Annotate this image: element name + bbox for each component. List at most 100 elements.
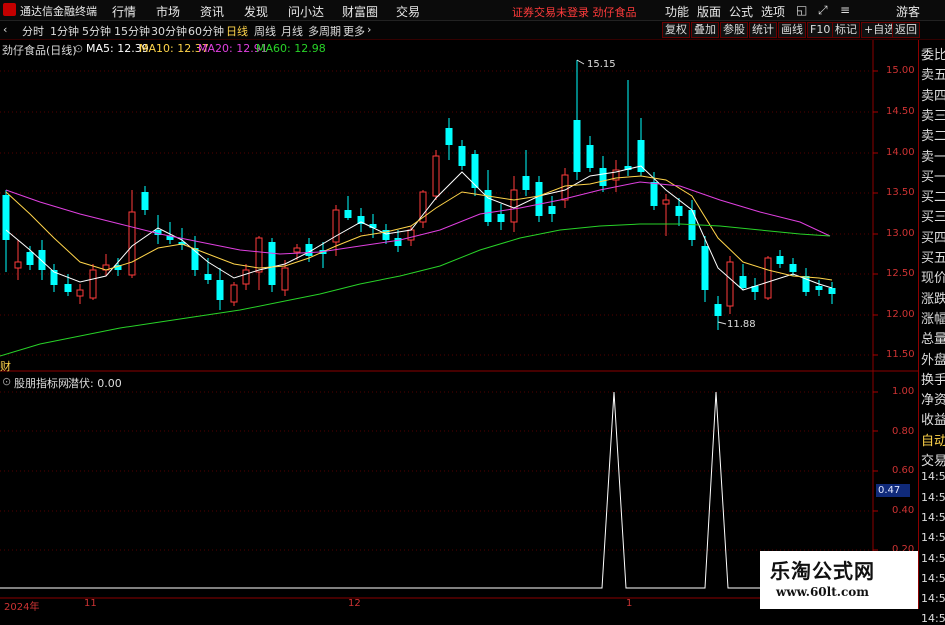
candle-body <box>141 192 149 210</box>
sidebar-item[interactable]: 14:56 <box>921 511 945 524</box>
candle-body <box>573 120 581 172</box>
candle-body <box>255 237 263 273</box>
indicator-title: 股朋指标网 <box>14 377 69 390</box>
chart-title: 劲仔食品(日线) <box>2 44 77 57</box>
max-pointer <box>576 59 585 65</box>
sidebar-item[interactable]: 14:56 <box>921 531 945 544</box>
candle-body <box>445 128 453 145</box>
sidebar-item[interactable]: 14:56 <box>921 552 945 565</box>
indicator-line <box>0 391 873 589</box>
ma60-label: MA60: 12.98 <box>256 42 326 55</box>
candle-body <box>726 261 734 307</box>
ind-tick-label: 0.60 <box>892 465 915 476</box>
y-tick-label: 14.00 <box>886 147 915 158</box>
x-tick-label: 11 <box>84 598 97 609</box>
candle-body <box>561 174 569 201</box>
candle-body <box>204 274 212 280</box>
sidebar-item[interactable]: 卖四 <box>921 85 945 104</box>
finance-corner-label[interactable]: 财 <box>0 358 11 374</box>
candle-body <box>701 246 709 290</box>
sidebar-item[interactable]: 14:56 <box>921 592 945 605</box>
sidebar-item[interactable]: 委比 <box>921 44 945 63</box>
x-tick-label: 2024年 <box>4 602 40 613</box>
candle-body <box>789 264 797 272</box>
y-tick-label: 12.00 <box>886 309 915 320</box>
current-value-badge: 0.47 <box>876 484 910 497</box>
sidebar-item[interactable]: 现价 <box>921 267 945 286</box>
candle-body <box>650 182 658 206</box>
candle-body <box>432 155 440 197</box>
candle-body <box>510 189 518 223</box>
indicator-param: 潜伏: 0.00 <box>68 377 122 390</box>
sidebar-item[interactable]: 外盘 <box>921 349 945 368</box>
ind-tick-label: 0.40 <box>892 505 915 516</box>
sidebar-item[interactable]: 14:56 <box>921 572 945 585</box>
candle-body <box>407 229 415 241</box>
candle-body <box>535 182 543 216</box>
candle-body <box>242 269 250 285</box>
max-price-label: 15.15 <box>587 59 616 70</box>
candle-body <box>344 210 352 218</box>
sidebar-item[interactable]: 买一 <box>921 166 945 185</box>
sidebar-item[interactable]: 买五 <box>921 247 945 266</box>
candle-body <box>216 280 224 300</box>
sidebar-item[interactable]: 换手 <box>921 369 945 388</box>
min-price-label: 11.88 <box>727 319 756 330</box>
candle-body <box>764 257 772 299</box>
candle-body <box>522 176 530 190</box>
sidebar-item[interactable]: 14:56 <box>921 470 945 483</box>
watermark-title: 乐淘公式网 <box>770 559 875 583</box>
candle-body <box>76 289 84 297</box>
sidebar-item[interactable]: 14:56 <box>921 491 945 504</box>
ind-tick-label: 0.80 <box>892 426 915 437</box>
indicator-settings-icon[interactable]: ⊙ <box>2 375 11 388</box>
sidebar-item[interactable]: 卖一 <box>921 146 945 165</box>
y-tick-label: 12.50 <box>886 268 915 279</box>
candle-body <box>497 214 505 222</box>
candle-body <box>458 146 466 166</box>
candle-body <box>828 288 836 294</box>
candle-body <box>293 247 301 253</box>
candle-body <box>586 145 594 168</box>
sidebar-item[interactable]: 净资 <box>921 389 945 408</box>
sidebar-item[interactable]: 买四 <box>921 227 945 246</box>
kline-chart[interactable] <box>0 0 945 609</box>
y-tick-label: 15.00 <box>886 65 915 76</box>
x-tick-label: 1 <box>626 598 633 609</box>
candle-body <box>2 195 10 240</box>
sidebar-item[interactable]: 卖二 <box>921 125 945 144</box>
candle-body <box>637 140 645 172</box>
y-tick-label: 14.50 <box>886 106 915 117</box>
sidebar-item[interactable]: 交易 <box>921 450 945 469</box>
sidebar-item[interactable]: 买二 <box>921 186 945 205</box>
candle-body <box>815 286 823 290</box>
candle-body <box>739 276 747 288</box>
sidebar-item[interactable]: 14:56 <box>921 612 945 625</box>
chart-settings-icon[interactable]: ⊙ <box>74 42 83 55</box>
candle-body <box>776 256 784 264</box>
sidebar-item[interactable]: 自动 <box>921 430 945 449</box>
sidebar-item[interactable]: 卖三 <box>921 105 945 124</box>
sidebar-item[interactable]: 买三 <box>921 206 945 225</box>
ind-tick-label: 1.00 <box>892 386 915 397</box>
candle-body <box>128 211 136 276</box>
x-tick-label: 12 <box>348 598 361 609</box>
sidebar-item[interactable]: 涨跌 <box>921 288 945 307</box>
candle-body <box>484 190 492 222</box>
candle-body <box>268 242 276 285</box>
sidebar-item[interactable]: 卖五 <box>921 64 945 83</box>
sidebar-item[interactable]: 收益 <box>921 409 945 428</box>
y-tick-label: 13.50 <box>886 187 915 198</box>
watermark: 乐淘公式网 www.60lt.com <box>760 551 918 609</box>
y-tick-label: 13.00 <box>886 228 915 239</box>
candle-body <box>26 252 34 265</box>
sidebar-item[interactable]: 总量 <box>921 328 945 347</box>
min-pointer <box>717 321 727 325</box>
watermark-url: www.60lt.com <box>776 585 869 599</box>
candle-body <box>230 284 238 303</box>
candle-body <box>64 284 72 292</box>
sidebar-item[interactable]: 涨幅 <box>921 308 945 327</box>
candle-body <box>599 168 607 186</box>
candle-body <box>281 267 289 291</box>
candle-body <box>394 238 402 246</box>
